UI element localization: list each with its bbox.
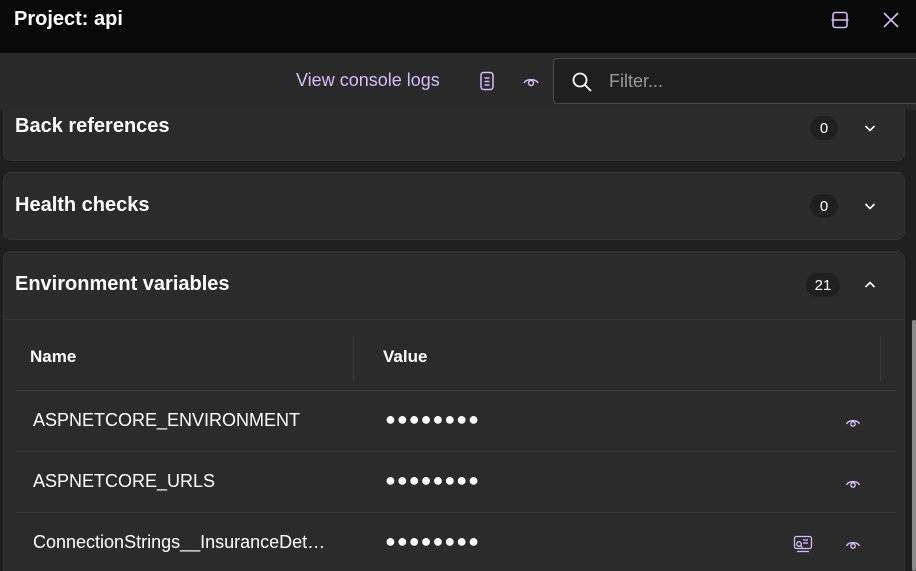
variable-value-masked: ●●●●●●●●: [385, 470, 480, 490]
column-resize-handle[interactable]: [353, 336, 354, 382]
count-badge: 0: [810, 116, 838, 140]
reveal-value-button[interactable]: [842, 533, 864, 555]
count-badge: 21: [806, 273, 840, 297]
collapse-button[interactable]: [860, 275, 880, 295]
variable-name: ConnectionStrings__InsuranceDet…: [33, 532, 326, 552]
variable-value-masked: ●●●●●●●●: [385, 531, 480, 551]
restore-window-button[interactable]: [828, 8, 852, 32]
console-logs-button[interactable]: [475, 69, 499, 93]
variable-name: ASPNETCORE_ENVIRONMENT: [33, 410, 301, 430]
variable-name: ASPNETCORE_URLS: [33, 471, 216, 491]
chevron-down-icon: [864, 125, 876, 132]
restore-window-icon: [831, 11, 849, 29]
expand-button[interactable]: [860, 118, 880, 138]
panel-environment-variables-header[interactable]: Environment variables 21: [4, 252, 904, 320]
eye-icon: [845, 419, 861, 427]
reveal-value-button[interactable]: [842, 411, 864, 433]
table-row: ASPNETCORE_ENVIRONMENT ●●●●●●●●: [16, 391, 896, 452]
table-header: Name Value: [16, 320, 896, 391]
window-title: Project: api: [14, 8, 123, 30]
variable-value-masked: ●●●●●●●●: [385, 409, 480, 429]
search-icon: [572, 72, 592, 92]
panel-title: Health checks: [15, 194, 150, 216]
chevron-up-icon: [864, 281, 876, 288]
eye-icon: [845, 480, 861, 488]
project-details: Back references 0 Health checks 0 Enviro…: [0, 110, 916, 571]
title-bar: Project: api: [0, 0, 916, 53]
panel-back-references-header[interactable]: Back references 0: [4, 110, 904, 162]
close-button[interactable]: [879, 8, 903, 32]
column-resize-handle[interactable]: [880, 336, 881, 382]
filter-box: [553, 58, 916, 104]
panel-environment-variables: Environment variables 21 Name Value ASPN…: [3, 251, 905, 571]
view-console-logs-link[interactable]: View console logs: [296, 70, 440, 91]
eye-icon: [523, 78, 539, 87]
close-icon: [883, 12, 899, 28]
reveal-value-button[interactable]: [842, 472, 864, 494]
toggle-visibility-button[interactable]: [519, 69, 543, 93]
panel-back-references: Back references 0: [3, 110, 905, 161]
toolbar: View console logs: [0, 53, 916, 110]
filter-input[interactable]: [609, 67, 909, 95]
scrollbar-thumb[interactable]: [912, 320, 916, 571]
expand-button[interactable]: [860, 196, 880, 216]
panel-title: Back references: [15, 115, 170, 137]
column-header-value[interactable]: Value: [383, 347, 427, 367]
panel-title: Environment variables: [15, 273, 230, 295]
table-row: ConnectionStrings__InsuranceDet… ●●●●●●●…: [16, 513, 896, 571]
column-header-name[interactable]: Name: [30, 347, 76, 367]
console-logs-icon: [480, 71, 494, 91]
panel-health-checks: Health checks 0: [3, 172, 905, 240]
chevron-down-icon: [864, 203, 876, 210]
view-details-button[interactable]: [792, 533, 814, 555]
count-badge: 0: [810, 194, 838, 218]
table-row: ASPNETCORE_URLS ●●●●●●●●: [16, 452, 896, 513]
eye-icon: [845, 541, 861, 549]
view-details-icon: [793, 535, 813, 553]
panel-health-checks-header[interactable]: Health checks 0: [4, 173, 904, 241]
